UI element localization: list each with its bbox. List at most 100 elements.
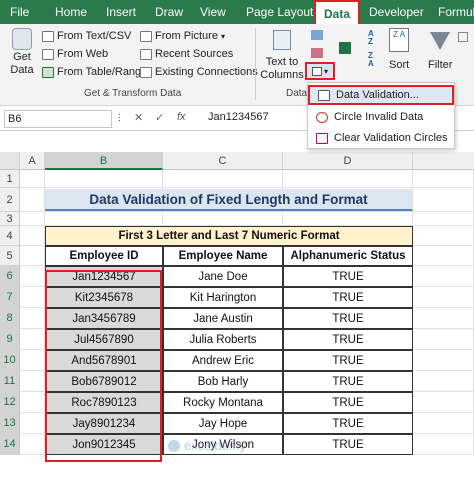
row-header[interactable]: 5 (0, 246, 20, 266)
status-cell[interactable]: TRUE (283, 350, 413, 371)
table-header[interactable]: Employee Name (163, 246, 283, 266)
employee-name-cell[interactable]: Rocky Montana (163, 392, 283, 413)
employee-name-cell[interactable]: Jane Doe (163, 266, 283, 287)
sort-button[interactable]: Z A Sort (389, 28, 409, 71)
formula-input[interactable]: Jan1234567 (208, 111, 269, 123)
status-cell[interactable]: TRUE (283, 329, 413, 350)
cell[interactable] (20, 212, 45, 226)
cell[interactable] (20, 170, 45, 188)
employee-id-cell[interactable]: Jul4567890 (45, 329, 163, 350)
column-header-d[interactable]: D (283, 152, 413, 170)
employee-id-cell[interactable]: Jan1234567 (45, 266, 163, 287)
cell[interactable] (413, 413, 474, 434)
row-header[interactable]: 13 (0, 413, 20, 434)
sheet-title[interactable]: Data Validation of Fixed Length and Form… (45, 189, 413, 211)
tab-view[interactable]: View (200, 0, 226, 24)
from-table-range-button[interactable]: From Table/Range (42, 66, 147, 78)
enter-icon[interactable]: ✓ (155, 111, 164, 124)
from-web-button[interactable]: From Web (42, 48, 108, 60)
cell[interactable] (20, 371, 45, 392)
cell[interactable] (163, 212, 283, 226)
tab-file[interactable]: File (10, 0, 29, 24)
data-validation-dropdown[interactable]: ▾ (305, 62, 335, 80)
column-header-a[interactable]: A (20, 152, 45, 170)
cell[interactable] (45, 170, 163, 188)
employee-id-cell[interactable]: Bob6789012 (45, 371, 163, 392)
employee-name-cell[interactable]: Jane Austin (163, 308, 283, 329)
row-header[interactable]: 11 (0, 371, 20, 392)
filter-button[interactable]: Filter (428, 28, 452, 71)
cell[interactable] (413, 266, 474, 287)
table-header[interactable]: Employee ID (45, 246, 163, 266)
row-header[interactable]: 8 (0, 308, 20, 329)
cell[interactable] (20, 266, 45, 287)
employee-id-cell[interactable]: And5678901 (45, 350, 163, 371)
tab-data[interactable]: Data (314, 0, 360, 24)
cell[interactable] (283, 170, 413, 188)
cell[interactable] (283, 212, 413, 226)
cell[interactable] (20, 329, 45, 350)
advanced-filter-icon[interactable] (458, 32, 468, 42)
status-cell[interactable]: TRUE (283, 392, 413, 413)
cell[interactable] (20, 308, 45, 329)
row-header[interactable]: 10 (0, 350, 20, 371)
employee-name-cell[interactable]: Julia Roberts (163, 329, 283, 350)
status-cell[interactable]: TRUE (283, 308, 413, 329)
cell[interactable] (20, 246, 45, 266)
cell[interactable] (413, 350, 474, 371)
table-header[interactable]: Alphanumeric Status (283, 246, 413, 266)
status-cell[interactable]: TRUE (283, 266, 413, 287)
tab-draw[interactable]: Draw (155, 0, 183, 24)
cell[interactable] (20, 188, 45, 212)
cell[interactable] (413, 287, 474, 308)
row-header[interactable]: 9 (0, 329, 20, 350)
from-picture-button[interactable]: From Picture ▾ (140, 30, 225, 42)
cell[interactable] (413, 212, 474, 226)
row-header[interactable]: 12 (0, 392, 20, 413)
cell[interactable] (413, 170, 474, 188)
status-cell[interactable]: TRUE (283, 434, 413, 455)
status-cell[interactable]: TRUE (283, 287, 413, 308)
insert-function-icon[interactable]: fx (177, 111, 186, 123)
tab-insert[interactable]: Insert (106, 0, 136, 24)
menu-item-clear-validation-circles[interactable]: Clear Validation Circles (308, 128, 454, 148)
cell[interactable] (20, 287, 45, 308)
cell[interactable] (413, 329, 474, 350)
existing-connections-button[interactable]: Existing Connections (140, 66, 258, 78)
remove-duplicates-icon[interactable] (311, 48, 323, 58)
status-cell[interactable]: TRUE (283, 413, 413, 434)
column-header-e[interactable] (413, 152, 474, 170)
recent-sources-button[interactable]: Recent Sources (140, 48, 233, 60)
cell[interactable] (20, 350, 45, 371)
cell[interactable] (413, 371, 474, 392)
cell[interactable] (20, 434, 45, 455)
row-header[interactable]: 6 (0, 266, 20, 287)
column-header-c[interactable]: C (163, 152, 283, 170)
from-text-csv-button[interactable]: From Text/CSV (42, 30, 131, 42)
employee-name-cell[interactable]: Kit Harington (163, 287, 283, 308)
employee-id-cell[interactable]: Roc7890123 (45, 392, 163, 413)
tab-page-layout[interactable]: Page Layout (246, 0, 313, 24)
tab-developer[interactable]: Developer (369, 0, 424, 24)
name-box-dropdown-icon[interactable]: ⋮ (115, 112, 124, 123)
employee-name-cell[interactable]: Andrew Eric (163, 350, 283, 371)
table-subtitle[interactable]: First 3 Letter and Last 7 Numeric Format (45, 226, 413, 246)
status-cell[interactable]: TRUE (283, 371, 413, 392)
row-header[interactable]: 14 (0, 434, 20, 455)
get-data-button[interactable]: Get Data (6, 28, 38, 76)
cancel-icon[interactable]: ✕ (134, 111, 143, 124)
cell[interactable] (20, 392, 45, 413)
row-header[interactable]: 2 (0, 188, 20, 212)
cell[interactable] (413, 392, 474, 413)
row-header[interactable]: 1 (0, 170, 20, 188)
row-header[interactable]: 4 (0, 226, 20, 246)
employee-name-cell[interactable]: Jay Hope (163, 413, 283, 434)
cell[interactable] (163, 170, 283, 188)
name-box[interactable]: B6 (4, 110, 112, 128)
sort-az-icon[interactable]: AZ (368, 30, 382, 46)
employee-id-cell[interactable]: Jon9012345 (45, 434, 163, 455)
cell[interactable] (413, 188, 474, 212)
employee-id-cell[interactable]: Jay8901234 (45, 413, 163, 434)
employee-name-cell[interactable]: Bob Harly (163, 371, 283, 392)
text-to-columns-button[interactable]: Text to Columns (260, 28, 304, 81)
